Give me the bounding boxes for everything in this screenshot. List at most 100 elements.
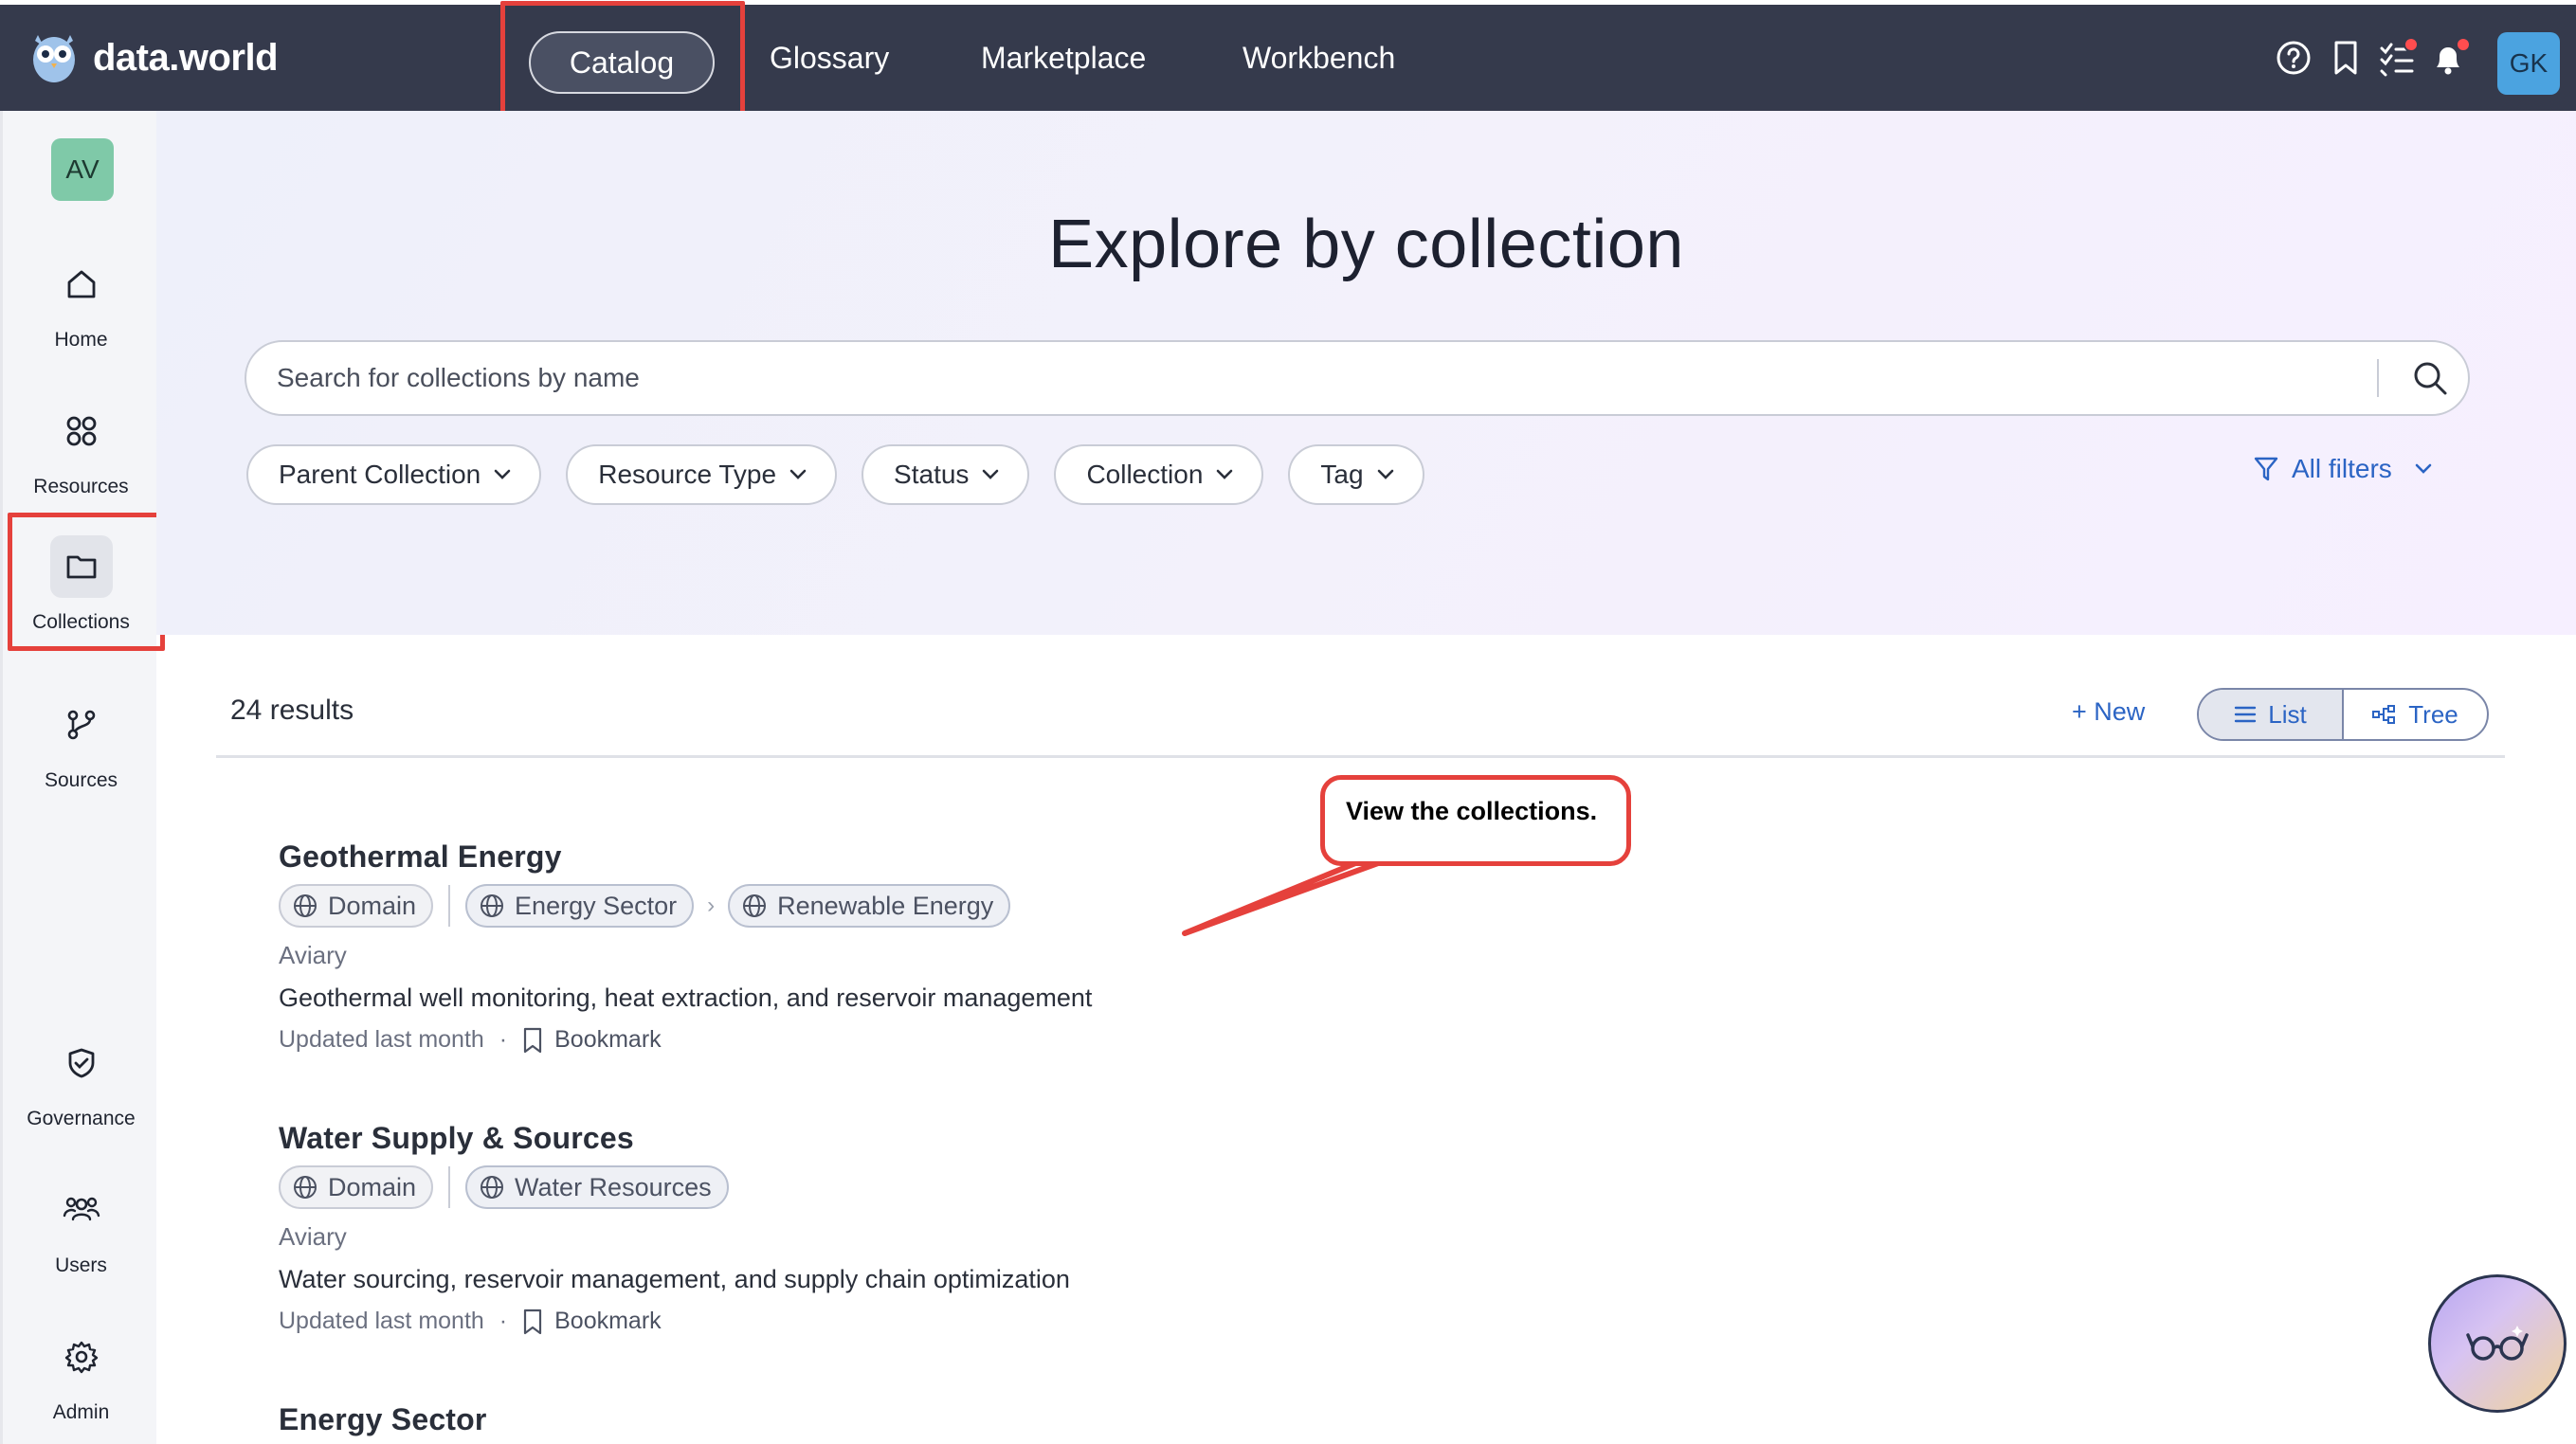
logo-text: data.world: [93, 36, 279, 79]
callout-text: View the collections.: [1346, 797, 1598, 825]
collection-card: Geothermal Energy Domain Energy Sector ›…: [279, 839, 1092, 1054]
collection-meta: Updated last month · Bookmark: [279, 1026, 1092, 1054]
filter-tag[interactable]: Tag: [1288, 444, 1424, 505]
all-filters-label: All filters: [2292, 454, 2392, 483]
updated-text: Updated last month: [279, 1026, 484, 1053]
meta-dot: ·: [499, 1308, 508, 1334]
collection-title[interactable]: Energy Sector: [279, 1402, 487, 1437]
tag-separator: [448, 885, 451, 927]
glasses-icon: [2466, 1326, 2529, 1361]
collection-org[interactable]: Aviary: [279, 1222, 1070, 1252]
callout-pointer: [1182, 857, 1391, 936]
catalog-highlight-frame: [500, 1, 745, 118]
parent-collection-tag[interactable]: Energy Sector: [465, 884, 695, 928]
owl-logo-icon: [33, 35, 75, 82]
sidebar-item-label: Admin: [52, 1401, 110, 1423]
chevron-down-icon: [2415, 463, 2432, 474]
bookmark-label: Bookmark: [554, 1026, 662, 1053]
filter-parent-collection[interactable]: Parent Collection: [246, 444, 542, 505]
tree-view-label: Tree: [2408, 699, 2458, 729]
parent-collection-tag[interactable]: Renewable Energy: [728, 884, 1011, 928]
tasks-badge: [2404, 37, 2419, 52]
bookmark-icon: [524, 1027, 542, 1053]
tag-label: Domain: [328, 891, 417, 920]
chevron-down-icon: [983, 469, 999, 479]
filter-bar: Parent Collection Resource Type Status C…: [246, 444, 1424, 505]
tag-label: Energy Sector: [515, 891, 678, 920]
bookmark-icon[interactable]: [2327, 39, 2365, 77]
bookmark-label: Bookmark: [554, 1308, 662, 1334]
list-view-button[interactable]: List: [2199, 690, 2344, 739]
list-view-label: List: [2268, 699, 2307, 729]
notifications-badge: [2456, 37, 2471, 52]
user-avatar[interactable]: GK: [2497, 32, 2560, 95]
sidebar-item-home[interactable]: Home: [3, 253, 159, 352]
meta-dot: ·: [499, 1026, 508, 1053]
parent-collection-tag[interactable]: Water Resources: [465, 1165, 729, 1209]
page-title: Explore by collection: [1048, 207, 1684, 282]
tag-label: Water Resources: [515, 1172, 712, 1201]
sidebar-item-admin[interactable]: Admin: [3, 1326, 159, 1424]
collection-card: Energy Sector: [279, 1402, 487, 1437]
collection-type-tag[interactable]: Domain: [279, 1165, 434, 1209]
sidebar-item-label: Sources: [44, 769, 118, 791]
collection-org[interactable]: Aviary: [279, 941, 1092, 970]
bookmark-button[interactable]: Bookmark: [522, 1026, 662, 1054]
resources-icon: [50, 400, 113, 462]
list-icon: [2235, 706, 2257, 723]
updated-text: Updated last month: [279, 1308, 484, 1334]
filter-resource-type[interactable]: Resource Type: [566, 444, 838, 505]
tag-separator: [448, 1166, 451, 1208]
collection-tags: Domain Energy Sector › Renewable Energy: [279, 884, 1092, 928]
filter-collection[interactable]: Collection: [1054, 444, 1264, 505]
tag-label: Renewable Energy: [777, 891, 994, 920]
results-count: 24 results: [230, 695, 354, 726]
new-collection-button[interactable]: + New: [2072, 697, 2145, 727]
top-navigation-bar: data.world Catalog Glossary Marketplace …: [0, 0, 2576, 111]
callout-box: View the collections.: [1320, 775, 1631, 866]
collection-type-tag[interactable]: Domain: [279, 884, 434, 928]
chevron-right-icon: ›: [707, 893, 716, 918]
bookmark-icon: [524, 1309, 542, 1334]
gear-icon: [50, 1326, 113, 1388]
bookmark-button[interactable]: Bookmark: [522, 1308, 662, 1335]
collection-card: Water Supply & Sources Domain Water Reso…: [279, 1121, 1070, 1335]
collection-title[interactable]: Water Supply & Sources: [279, 1121, 1070, 1156]
tag-label: Domain: [328, 1172, 417, 1201]
help-icon[interactable]: [2275, 39, 2313, 77]
search-input[interactable]: [277, 342, 2362, 414]
nav-tab-workbench[interactable]: Workbench: [1243, 5, 1395, 111]
sidebar-item-resources[interactable]: Resources: [3, 400, 159, 498]
sources-icon: [50, 694, 113, 756]
org-avatar[interactable]: AV: [51, 138, 114, 201]
ai-assistant-button[interactable]: [2428, 1274, 2567, 1413]
filter-status[interactable]: Status: [862, 444, 1030, 505]
chevron-down-icon: [1377, 469, 1393, 479]
search-icon[interactable]: [2409, 357, 2451, 399]
globe-icon: [294, 1176, 317, 1199]
sidebar-item-label: Governance: [27, 1108, 136, 1129]
users-icon: [50, 1179, 113, 1241]
globe-icon: [481, 1176, 504, 1199]
all-filters-button[interactable]: All filters: [2254, 454, 2432, 484]
sidebar-item-users[interactable]: Users: [3, 1179, 159, 1277]
filter-label: Status: [894, 460, 970, 489]
sidebar: AV Home Resources Collections Sources Go…: [0, 111, 156, 1444]
tree-view-button[interactable]: Tree: [2344, 690, 2487, 739]
nav-tab-glossary[interactable]: Glossary: [770, 5, 889, 111]
collections-highlight-frame: [8, 513, 165, 651]
collection-tags: Domain Water Resources: [279, 1165, 1070, 1209]
collection-description: Geothermal well monitoring, heat extract…: [279, 984, 1093, 1012]
collection-title[interactable]: Geothermal Energy: [279, 839, 1092, 875]
search-divider: [2377, 359, 2379, 397]
globe-icon: [743, 894, 767, 917]
shield-icon: [50, 1032, 113, 1094]
nav-tab-marketplace[interactable]: Marketplace: [981, 5, 1146, 111]
filter-label: Tag: [1320, 460, 1364, 489]
logo[interactable]: data.world: [30, 31, 279, 84]
sidebar-item-governance[interactable]: Governance: [3, 1032, 159, 1130]
home-icon: [50, 253, 113, 316]
collection-meta: Updated last month · Bookmark: [279, 1308, 1070, 1335]
sidebar-item-sources[interactable]: Sources: [3, 694, 159, 792]
collection-description: Water sourcing, reservoir management, an…: [279, 1265, 1070, 1293]
